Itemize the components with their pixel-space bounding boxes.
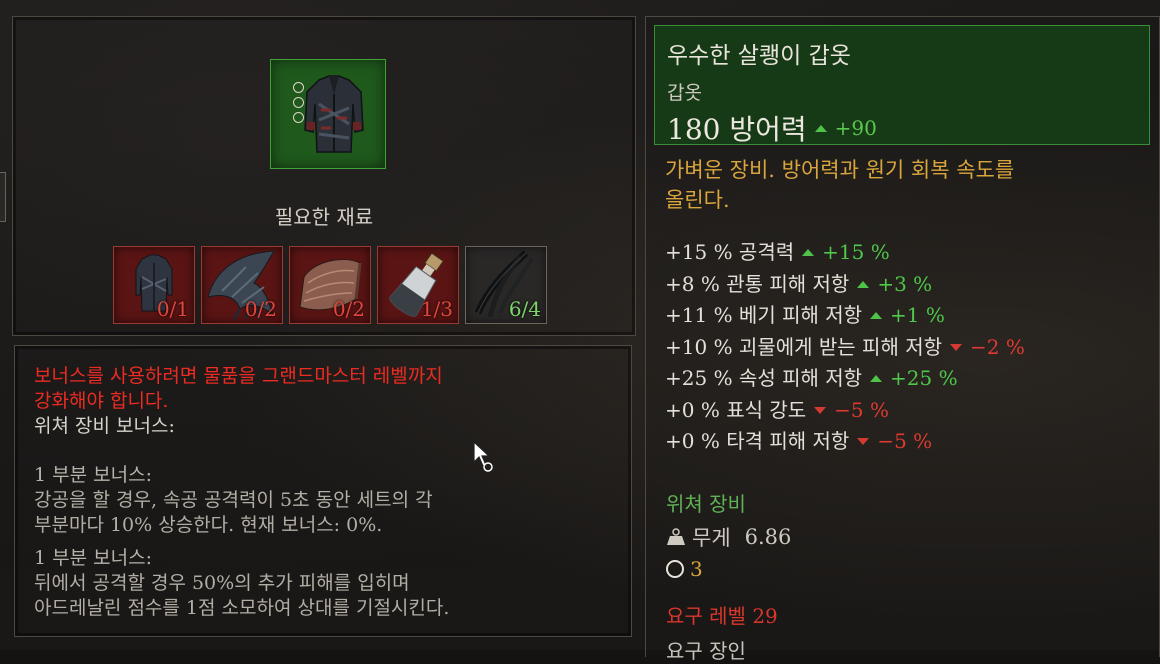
stat-label: +0 % 타격 피해 저항 — [665, 429, 850, 453]
stat-delta: +15 % — [822, 240, 890, 264]
required-materials-label: 필요한 재료 — [274, 205, 374, 229]
stat-row: +25 % 속성 피해 저항 +25 % — [665, 363, 1025, 395]
stat-row: +0 % 표식 강도 −5 % — [665, 395, 1025, 427]
decrease-arrow-icon — [950, 343, 962, 351]
increase-arrow-icon — [870, 375, 883, 383]
stat-row: +0 % 타격 피해 저항 −5 % — [665, 426, 1025, 458]
socket-count-row: 3 — [666, 557, 703, 581]
armor-value: 180 방어력 — [667, 113, 807, 146]
crafting-panel: 필요한 재료 0/1 0/2 0/2 1/3 6/4 — [12, 16, 636, 336]
stat-label: +11 % 베기 피해 저항 — [665, 303, 863, 327]
set-bonus-panel: 보너스를 사용하려면 물품을 그랜드마스터 레벨까지 강화해야 합니다. 위쳐 … — [14, 345, 632, 637]
socket-icon — [666, 560, 684, 578]
bonus-tier-description: 뒤에서 공격할 경우 50%의 추가 피해를 입히며 — [34, 572, 410, 594]
stat-list: +15 % 공격력 +15 % +8 % 관통 피해 저항 +3 % +11 %… — [665, 237, 1025, 458]
bonus-tier-title: 1 부분 보너스: — [34, 464, 152, 486]
stat-delta: −5 % — [834, 397, 890, 422]
stat-label: +8 % 관통 피해 저항 — [665, 271, 850, 296]
weight-row: 무게 6.86 — [666, 522, 791, 552]
stat-delta: −5 % — [877, 429, 933, 453]
decrease-arrow-icon — [857, 438, 870, 446]
crafted-item-slot[interactable] — [270, 59, 386, 169]
description-line: 올린다. — [665, 188, 730, 212]
description-line: 가벼운 장비. 방어력과 원기 회복 속도를 — [665, 158, 1015, 182]
set-bonus-title: 위쳐 장비 보너스: — [34, 415, 175, 437]
item-name: 우수한 살쾡이 갑옷 — [667, 43, 851, 69]
stat-row: +11 % 베기 피해 저항 +1 % — [665, 300, 1025, 332]
socket-count: 3 — [690, 557, 703, 581]
stat-delta: +25 % — [890, 366, 958, 390]
armor-delta: +90 — [834, 116, 877, 140]
bonus-tier-description: 부분마다 10% 상승한다. 현재 보너스: 0%. — [34, 514, 383, 536]
stat-label: +15 % 공격력 — [665, 240, 795, 264]
item-type: 갑옷 — [667, 82, 702, 104]
bonus-warning-line: 보너스를 사용하려면 물품을 그랜드마스터 레벨까지 — [34, 365, 443, 387]
weight-value: 6.86 — [744, 525, 792, 549]
increase-arrow-icon — [802, 249, 815, 257]
increase-arrow-icon — [870, 312, 883, 320]
stat-row: +10 % 괴물에게 받는 피해 저항 −2 % — [665, 332, 1025, 364]
increase-arrow-icon — [857, 280, 870, 288]
mouse-cursor-icon — [473, 440, 493, 472]
material-slot[interactable]: 1/3 — [377, 246, 459, 324]
stat-delta: +3 % — [877, 271, 933, 296]
material-slot[interactable]: 0/2 — [289, 246, 371, 324]
item-tooltip: 우수한 살쾡이 갑옷 갑옷 180 방어력 +90 가벼운 장비. 방어력과 원… — [645, 16, 1160, 663]
bonus-tier-description: 아드레날린 점수를 1점 소모하여 상대를 기절시킨다. — [34, 597, 450, 619]
weight-label: 무게 — [692, 526, 731, 550]
material-count: 6/4 — [508, 297, 541, 321]
stat-row: +8 % 관통 피해 저항 +3 % — [665, 269, 1025, 301]
bonus-tier-title: 1 부분 보너스: — [34, 547, 152, 569]
bonus-tier-description: 강공을 할 경우, 속공 공격력이 5초 동안 세트의 각 — [34, 489, 433, 511]
material-count: 0/2 — [332, 297, 365, 321]
materials-list: 0/1 0/2 0/2 1/3 6/4 — [113, 246, 547, 324]
decrease-arrow-icon — [814, 406, 827, 414]
gear-type-label: 위쳐 장비 — [666, 492, 746, 516]
bonus-warning-line: 강화해야 합니다. — [34, 390, 169, 412]
armor-rating: 180 방어력 +90 — [667, 108, 877, 148]
material-slot[interactable]: 0/2 — [201, 246, 283, 324]
material-count: 0/2 — [244, 297, 277, 321]
stat-label: +25 % 속성 피해 저항 — [665, 366, 863, 390]
material-slot[interactable]: 0/1 — [113, 246, 195, 324]
stat-delta: −2 % — [970, 334, 1025, 359]
stat-label: +10 % 괴물에게 받는 피해 저항 — [665, 334, 942, 359]
item-description: 가벼운 장비. 방어력과 원기 회복 속도를 올린다. — [665, 155, 1135, 215]
increase-arrow-icon — [814, 124, 827, 132]
material-count: 0/1 — [156, 297, 189, 321]
stat-delta: +1 % — [890, 303, 945, 327]
stat-row: +15 % 공격력 +15 % — [665, 237, 1025, 269]
required-level: 요구 레벨 29 — [666, 604, 778, 628]
side-tab-handle[interactable] — [0, 172, 6, 222]
item-header: 우수한 살쾡이 갑옷 갑옷 180 방어력 +90 — [654, 25, 1150, 148]
weight-icon — [667, 528, 685, 545]
lynx-armor-icon — [304, 75, 364, 153]
material-count: 1/3 — [420, 297, 453, 321]
material-slot[interactable]: 6/4 — [465, 246, 547, 324]
stat-label: +0 % 표식 강도 — [665, 397, 807, 422]
